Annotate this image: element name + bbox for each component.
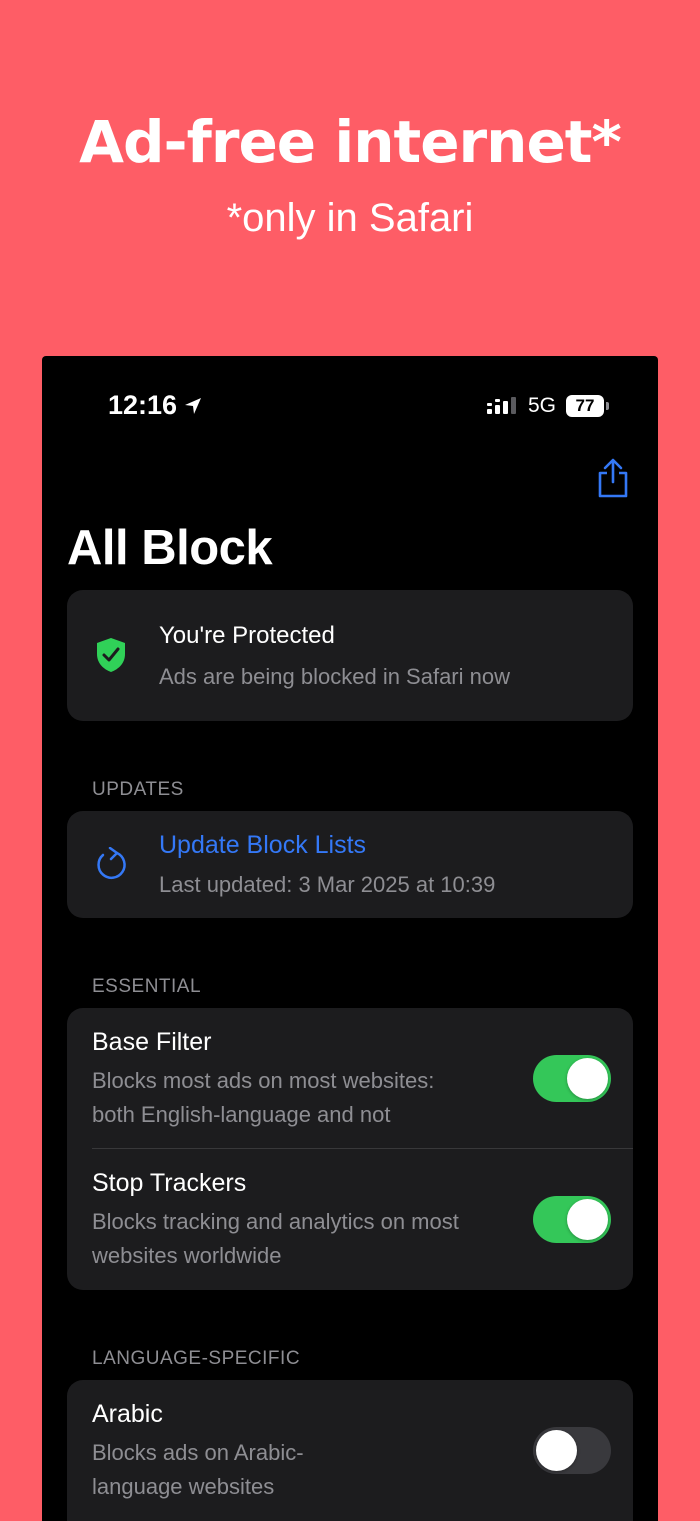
network-type: 5G — [527, 394, 556, 417]
filter-title: Base Filter — [92, 1028, 212, 1056]
stop-trackers-toggle[interactable] — [533, 1196, 611, 1243]
filter-description-line: Blocks most ads on most websites: — [92, 1068, 435, 1093]
protection-subtitle: Ads are being blocked in Safari now — [159, 664, 510, 689]
section-label-updates: UPDATES — [92, 779, 184, 800]
update-block-lists-row[interactable]: Update Block Lists Last updated: 3 Mar 2… — [67, 811, 633, 918]
filter-description-line: Blocks tracking and analytics on most — [92, 1209, 459, 1234]
filter-description-line: websites worldwide — [92, 1243, 282, 1268]
phone-screen: 12:16 5G 77 All Block You're Protected A… — [42, 356, 658, 1521]
section-label-essential: ESSENTIAL — [92, 976, 202, 997]
share-icon[interactable] — [596, 458, 630, 498]
filter-title: Arabic — [92, 1400, 163, 1428]
status-bar: 12:16 5G 77 — [42, 356, 658, 456]
promo-subline: *only in Safari — [226, 196, 474, 240]
filter-title: Stop Trackers — [92, 1169, 247, 1197]
filter-description-line: Blocks ads on Arabic- — [92, 1440, 304, 1465]
refresh-icon — [97, 847, 126, 880]
battery-level: 77 — [575, 396, 595, 415]
location-arrow-icon — [185, 397, 202, 414]
promo-headline: Ad-free internet* — [79, 108, 622, 176]
filter-description-line: language websites — [92, 1474, 275, 1499]
essential-filters-card: Base Filter Blocks most ads on most webs… — [67, 1008, 633, 1290]
protection-title: You're Protected — [159, 622, 335, 649]
toggle-knob — [567, 1199, 608, 1240]
row-divider — [92, 1148, 633, 1149]
arabic-toggle[interactable] — [533, 1427, 611, 1474]
protection-status-card: You're Protected Ads are being blocked i… — [67, 590, 633, 721]
shield-check-icon — [97, 638, 125, 672]
toggle-knob — [536, 1430, 577, 1471]
base-filter-toggle[interactable] — [533, 1055, 611, 1102]
status-indicators: 5G 77 — [486, 394, 609, 418]
update-block-lists-label[interactable]: Update Block Lists — [159, 831, 366, 860]
battery-icon: 77 — [566, 395, 609, 417]
last-updated-text: Last updated: 3 Mar 2025 at 10:39 — [159, 872, 496, 897]
language-filters-card: Arabic Blocks ads on Arabic- language we… — [67, 1380, 633, 1521]
signal-icon — [486, 397, 516, 414]
toggle-knob — [567, 1058, 608, 1099]
status-time: 12:16 — [108, 390, 203, 421]
page-title: All Block — [67, 521, 273, 575]
filter-description-line: both English-language and not — [92, 1102, 391, 1127]
time-text: 12:16 — [108, 390, 178, 420]
section-label-language-specific: LANGUAGE-SPECIFIC — [92, 1348, 301, 1369]
